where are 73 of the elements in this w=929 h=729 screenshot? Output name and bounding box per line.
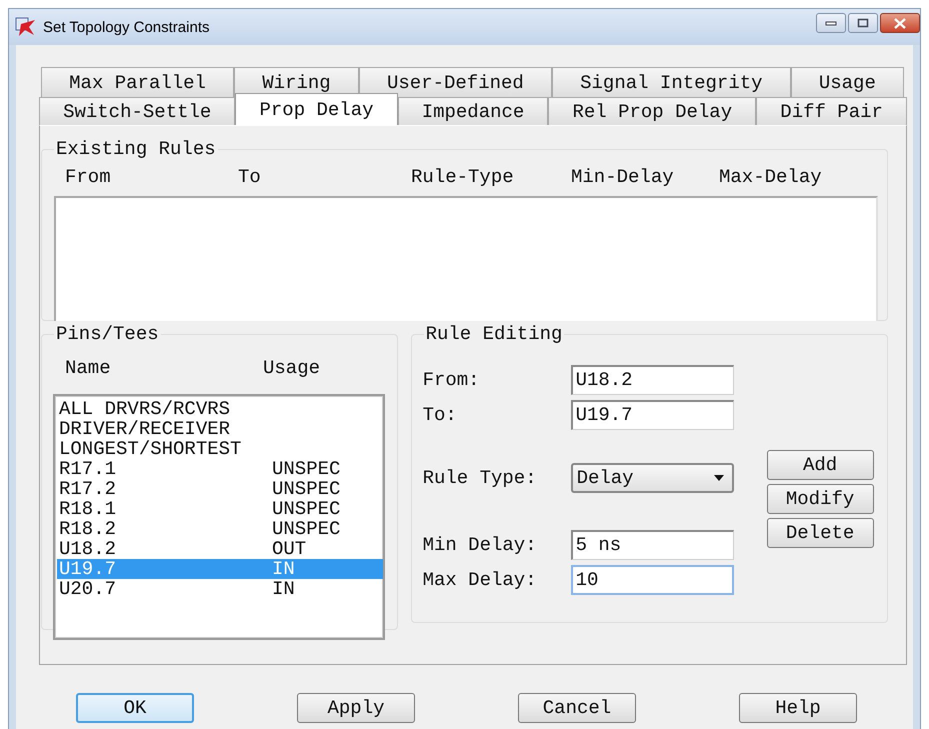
list-item[interactable]: DRIVER/RECEIVER	[57, 419, 383, 439]
list-item[interactable]: R18.2 UNSPEC	[57, 519, 383, 539]
pin-usage: UNSPEC	[272, 499, 342, 519]
tab[interactable]: Rel Prop Delay	[548, 97, 756, 125]
tab[interactable]: User-Defined	[358, 67, 552, 97]
list-item[interactable]: U18.2 OUT	[57, 539, 383, 559]
action-button[interactable]: Add	[766, 450, 874, 480]
input-field[interactable]: 10	[570, 565, 734, 595]
list-item[interactable]: R17.1 UNSPEC	[57, 459, 383, 479]
window-title: Set Topology Constraints	[43, 18, 210, 36]
field-label: Min Delay:	[422, 534, 538, 556]
pin-usage: UNSPEC	[272, 519, 342, 539]
group-title: Pins/Tees	[55, 323, 160, 345]
list-item[interactable]: R17.2 UNSPEC	[57, 479, 383, 499]
tab[interactable]: Max Parallel	[41, 67, 234, 97]
pin-name: U20.7	[59, 579, 118, 599]
field-label: From:	[422, 369, 481, 391]
list-item[interactable]: ALL DRVRS/RCVRS	[57, 399, 383, 419]
minimize-icon	[825, 20, 837, 26]
pin-usage: OUT	[272, 539, 308, 559]
dialog-button[interactable]: Cancel	[518, 693, 636, 723]
input-field[interactable]: U18.2	[570, 365, 734, 395]
action-button[interactable]: Modify	[766, 484, 874, 514]
app-icon	[15, 17, 37, 37]
pin-name: ALL DRVRS/RCVRS	[59, 399, 232, 419]
column-header: Min-Delay	[571, 166, 675, 190]
tab[interactable]: Diff Pair	[756, 97, 908, 125]
column-header: To	[238, 166, 262, 190]
pins-list[interactable]: ALL DRVRS/RCVRS DRIVER/RECEIVER LONGEST/SHORTEST R17.1 UNSPEC R17.2 UNSPEC R18.1 UNSPEC R18.2 UNSPEC U18.2 OUT U19.7 IN U20.7 IN	[53, 394, 385, 640]
list-item[interactable]: U20.7 IN	[57, 579, 383, 599]
pin-name: R18.1	[59, 499, 118, 519]
tab[interactable]: Impedance	[398, 97, 548, 125]
pin-name: DRIVER/RECEIVER	[59, 419, 232, 439]
field-label: Rule Type:	[422, 467, 538, 489]
column-header: Name	[65, 357, 112, 381]
dialog-button[interactable]: Help	[739, 693, 857, 723]
list-item[interactable]: R18.1 UNSPEC	[57, 499, 383, 519]
group-title: Rule Editing	[424, 323, 564, 345]
field-label: To:	[422, 404, 458, 426]
caret-icon	[714, 475, 724, 481]
column-header: Max-Delay	[719, 166, 823, 190]
pin-name: R17.2	[59, 479, 118, 499]
pin-name: U18.2	[59, 539, 118, 559]
pin-usage: IN	[272, 559, 296, 579]
maximize-icon	[857, 18, 869, 28]
close-icon	[893, 18, 907, 28]
pin-name: U19.7	[59, 559, 118, 579]
tab[interactable]: Signal Integrity	[552, 67, 791, 97]
tab[interactable]: Switch-Settle	[39, 97, 236, 125]
dialog-button[interactable]: Apply	[297, 693, 415, 723]
tab[interactable]: Prop Delay	[235, 93, 398, 125]
minimize-button[interactable]	[816, 13, 846, 33]
close-button[interactable]	[880, 13, 920, 33]
pin-name: R17.1	[59, 459, 118, 479]
pin-name: R18.2	[59, 519, 118, 539]
column-header: Usage	[263, 357, 322, 381]
list-item[interactable]: LONGEST/SHORTEST	[57, 439, 383, 459]
pin-usage: UNSPEC	[272, 459, 342, 479]
dropdown-value: Delay	[576, 467, 634, 489]
pin-usage: UNSPEC	[272, 479, 342, 499]
input-field[interactable]: 5 ns	[570, 530, 734, 560]
tab[interactable]: Usage	[790, 67, 904, 97]
action-button[interactable]: Delete	[766, 518, 874, 548]
column-header: Rule-Type	[411, 166, 515, 190]
group-title: Existing Rules	[55, 138, 217, 160]
pin-usage: IN	[272, 579, 296, 599]
dialog-button[interactable]: OK	[76, 693, 194, 723]
maximize-button[interactable]	[848, 13, 878, 33]
dropdown[interactable]: Delay	[570, 463, 734, 493]
input-field[interactable]: U19.7	[570, 400, 734, 430]
pin-name: LONGEST/SHORTEST	[59, 439, 242, 459]
field-label: Max Delay:	[422, 569, 538, 591]
column-header: From	[65, 166, 112, 190]
